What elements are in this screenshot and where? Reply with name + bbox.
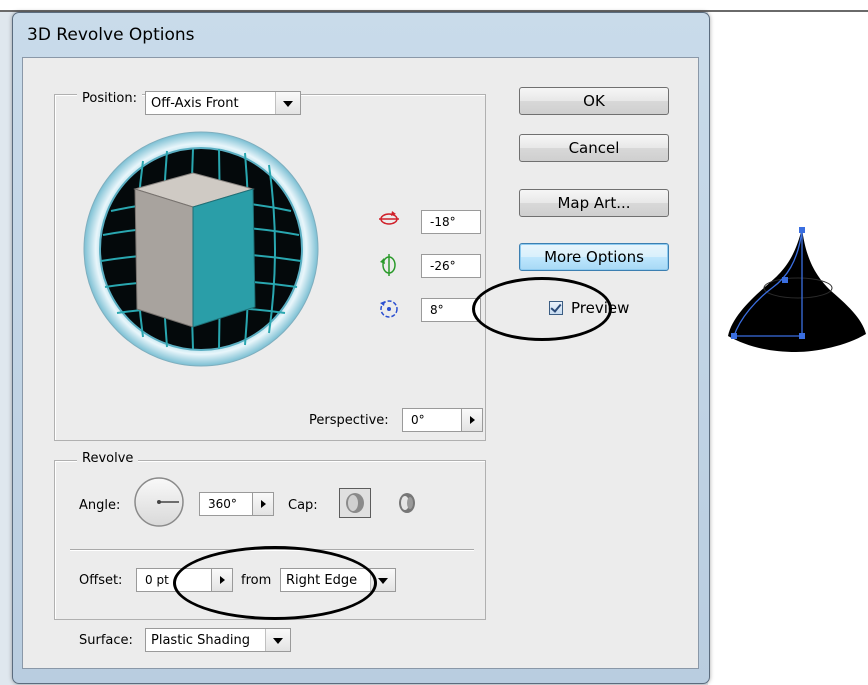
rotation-y-field[interactable]: -26° [421, 254, 481, 278]
perspective-label: Perspective: [309, 413, 389, 428]
offset-label: Offset: [79, 573, 123, 588]
angle-slider-button[interactable] [252, 492, 274, 516]
offset-value: 0 pt [145, 573, 169, 587]
rotation-z-value: 8° [430, 303, 444, 317]
revolved-shape-preview [728, 227, 866, 352]
offset-highlight-annotation [173, 546, 377, 620]
chevron-down-icon[interactable] [265, 629, 290, 651]
cap-on-toggle[interactable] [339, 488, 371, 518]
chevron-down-icon[interactable] [275, 92, 300, 114]
ok-label: OK [583, 92, 605, 110]
preview-highlight-annotation [472, 277, 612, 341]
rotation-x-field[interactable]: -18° [421, 210, 481, 234]
map-art-label: Map Art... [557, 194, 631, 212]
surface-selected: Plastic Shading [151, 633, 250, 648]
cap-on-icon [346, 493, 364, 513]
dialog-title: 3D Revolve Options [27, 25, 195, 45]
surface-label: Surface: [79, 633, 133, 648]
cube-icon [133, 172, 256, 328]
position-selected: Off-Axis Front [151, 96, 239, 111]
ok-button[interactable]: OK [519, 87, 669, 115]
surface-dropdown[interactable]: Plastic Shading [145, 628, 291, 652]
rotation-x-value: -18° [430, 215, 456, 229]
position-label: Position: [82, 91, 137, 106]
rotate-x-axis-icon [379, 211, 399, 225]
title-bar[interactable]: 3D Revolve Options [13, 13, 709, 57]
cancel-label: Cancel [568, 139, 620, 157]
rotate-z-axis-icon [380, 300, 398, 318]
angle-dial[interactable] [133, 476, 185, 528]
track-cube-widget[interactable] [83, 131, 319, 367]
rotation-y-value: -26° [430, 259, 456, 273]
map-art-button[interactable]: Map Art... [519, 189, 669, 217]
angle-value: 360° [208, 497, 237, 511]
revolve-legend: Revolve [77, 451, 139, 466]
perspective-field[interactable]: 0° [402, 408, 462, 432]
perspective-value: 0° [411, 413, 425, 427]
angle-field[interactable]: 360° [199, 492, 253, 516]
revolve-legend-text: Revolve [82, 451, 134, 466]
cap-off-icon[interactable] [395, 490, 419, 516]
rotate-y-axis-icon [380, 254, 396, 276]
perspective-slider-button[interactable] [461, 408, 483, 432]
angle-label: Angle: [79, 498, 121, 513]
cancel-button[interactable]: Cancel [519, 134, 669, 162]
more-options-label: More Options [544, 248, 644, 266]
more-options-button[interactable]: More Options [519, 243, 669, 271]
position-legend: Position: [77, 87, 142, 111]
cap-label: Cap: [288, 498, 318, 513]
position-dropdown[interactable]: Off-Axis Front [145, 91, 301, 115]
